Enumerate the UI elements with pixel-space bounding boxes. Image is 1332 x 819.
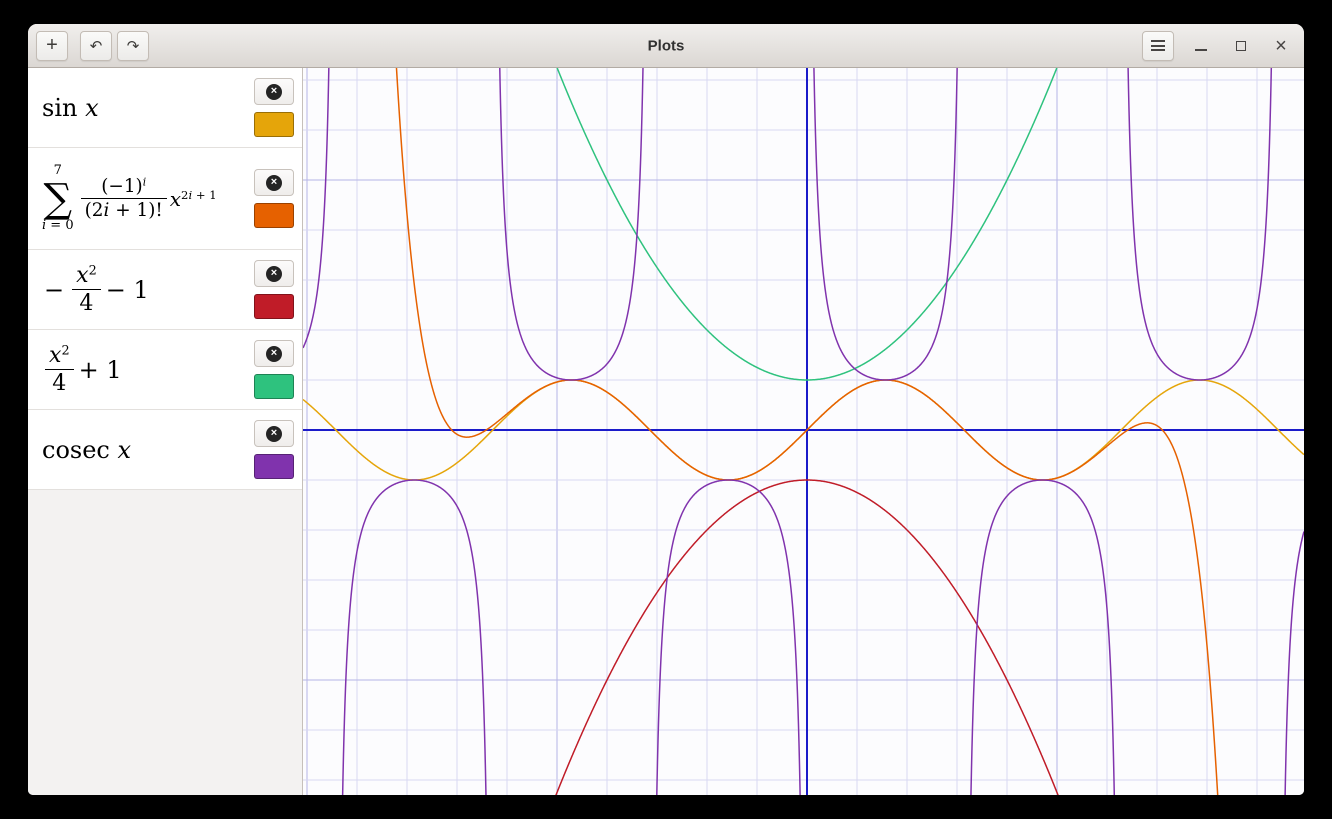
curves	[303, 68, 1304, 795]
function-row-taylor: 7∑i = 0(−1)i(2i + 1)!x2i + 1 ×	[28, 148, 302, 250]
maximize-icon	[1236, 41, 1246, 51]
row-controls: ×	[254, 420, 294, 479]
plot-svg	[303, 68, 1304, 795]
row-controls: ×	[254, 169, 294, 228]
maximize-button[interactable]	[1228, 33, 1254, 59]
function-row-sin: sin x ×	[28, 68, 302, 148]
headerbar-right-controls: ×	[1142, 31, 1294, 61]
plot-canvas[interactable]	[303, 68, 1304, 795]
plots-app-window: + ↶ ↷ Plots × sin x ×	[28, 24, 1304, 795]
close-button[interactable]: ×	[1268, 33, 1294, 59]
window-title: Plots	[648, 37, 685, 54]
curve-pos-quarter-parabola	[303, 68, 1304, 380]
minimize-icon	[1195, 49, 1207, 51]
formula-cosec[interactable]: cosec x	[42, 436, 254, 464]
function-sidebar: sin x × 7∑i = 0(−1)i(2i + 1)!x2i + 1 ×	[28, 68, 303, 795]
sidebar-empty-area	[28, 490, 302, 795]
menu-button[interactable]	[1142, 31, 1174, 61]
remove-function-button[interactable]: ×	[254, 169, 294, 196]
row-controls: ×	[254, 260, 294, 319]
function-row-pos-parabola: x24+ 1 ×	[28, 330, 302, 410]
color-swatch-button[interactable]	[254, 294, 294, 319]
remove-icon: ×	[266, 84, 282, 100]
formula-taylor[interactable]: 7∑i = 0(−1)i(2i + 1)!x2i + 1	[42, 163, 254, 234]
remove-function-button[interactable]: ×	[254, 340, 294, 367]
undo-button[interactable]: ↶	[80, 31, 112, 61]
function-row-neg-parabola: −x24− 1 ×	[28, 250, 302, 330]
remove-function-button[interactable]: ×	[254, 420, 294, 447]
minimize-button[interactable]	[1188, 33, 1214, 59]
add-equation-button[interactable]: +	[36, 31, 68, 61]
remove-icon: ×	[266, 266, 282, 282]
headerbar-left-controls: + ↶ ↷	[36, 31, 149, 61]
remove-function-button[interactable]: ×	[254, 260, 294, 287]
hamburger-icon	[1151, 40, 1165, 51]
color-swatch-button[interactable]	[254, 374, 294, 399]
redo-button[interactable]: ↷	[117, 31, 149, 61]
remove-icon: ×	[266, 346, 282, 362]
remove-icon: ×	[266, 175, 282, 191]
row-controls: ×	[254, 340, 294, 399]
formula-pos-parabola[interactable]: x24+ 1	[42, 343, 254, 397]
remove-function-button[interactable]: ×	[254, 78, 294, 105]
formula-sin[interactable]: sin x	[42, 94, 254, 122]
formula-neg-parabola[interactable]: −x24− 1	[42, 263, 254, 317]
function-row-cosec: cosec x ×	[28, 410, 302, 490]
color-swatch-button[interactable]	[254, 112, 294, 137]
main-content: sin x × 7∑i = 0(−1)i(2i + 1)!x2i + 1 ×	[28, 68, 1304, 795]
color-swatch-button[interactable]	[254, 454, 294, 479]
headerbar: + ↶ ↷ Plots ×	[28, 24, 1304, 68]
remove-icon: ×	[266, 426, 282, 442]
color-swatch-button[interactable]	[254, 203, 294, 228]
curve-neg-quarter-parabola	[303, 480, 1304, 795]
curve-taylor-sin-7	[303, 68, 1304, 795]
row-controls: ×	[254, 78, 294, 137]
